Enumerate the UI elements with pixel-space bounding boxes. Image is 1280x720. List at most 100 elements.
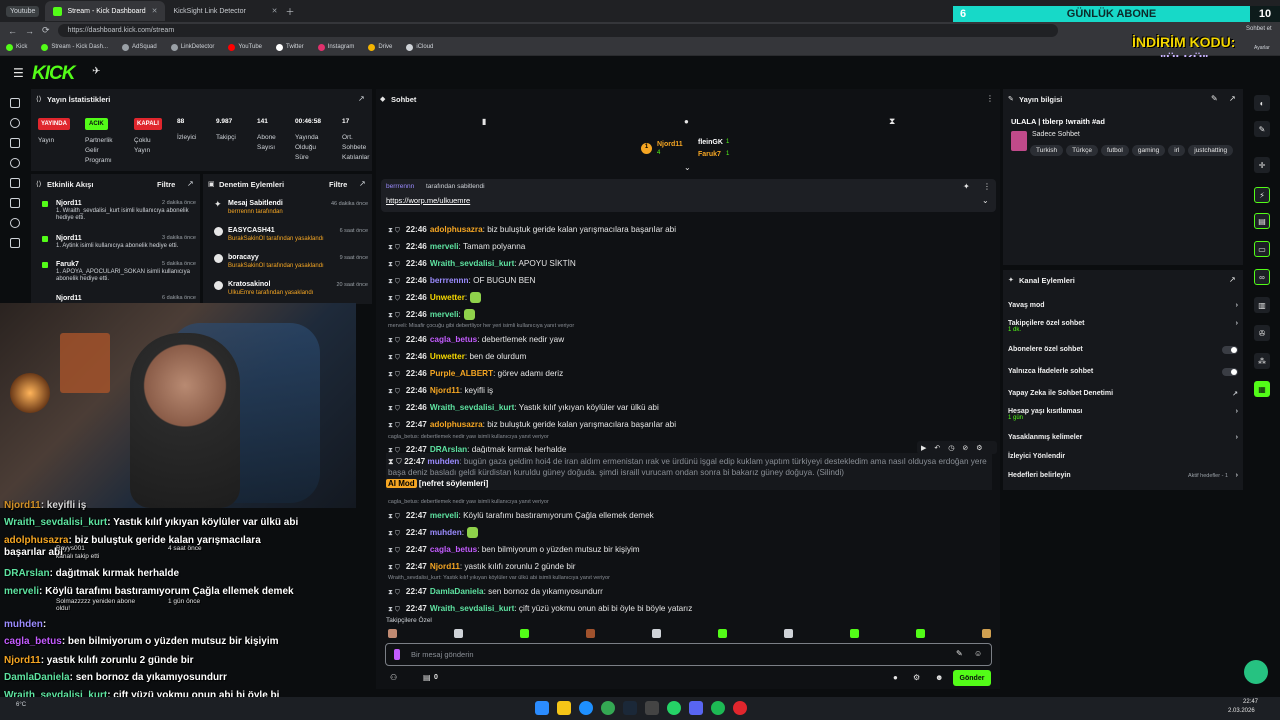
wrench-icon[interactable]: ✇	[1254, 325, 1270, 341]
chat-icon[interactable]: ▭	[1254, 241, 1270, 257]
document-icon[interactable]: ▤	[1254, 213, 1270, 229]
bookmark-linkdetector[interactable]: LinkDetector	[170, 43, 214, 51]
channel-action-row[interactable]: İzleyici Yönlendir	[1008, 453, 1238, 460]
chat-message[interactable]: ⧗ ⛉ 22:47 muhden:	[388, 527, 478, 539]
discord-icon[interactable]	[689, 701, 703, 715]
mod-tools-icon[interactable]: ⧗ ⛉	[388, 388, 400, 395]
pin-icon[interactable]: ✦	[963, 182, 970, 191]
emote-icon[interactable]	[982, 629, 991, 638]
tab-link-detector[interactable]: KickSight Link Detector ✕	[165, 1, 285, 21]
emote-icon[interactable]	[784, 629, 793, 638]
emote-icon[interactable]	[850, 629, 859, 638]
chat-message[interactable]: ⧗ ⛉ 22:47 Wraith_sevdalisi_kurt: çift yüzü…	[388, 603, 692, 615]
windows-start-icon[interactable]	[535, 701, 549, 715]
message-user[interactable]: adolphusazra	[430, 420, 483, 429]
message-user[interactable]: Wraith_sevdalisi_kurt	[430, 604, 515, 613]
mod-tools-icon[interactable]: ⧗ ⛉	[388, 589, 400, 596]
expand-icon[interactable]: ↗	[358, 94, 365, 103]
poll-icon[interactable]: ▥	[1254, 297, 1270, 313]
steam-icon[interactable]	[623, 701, 637, 715]
mod-tools-icon[interactable]: ⧗ ⛉	[388, 530, 400, 537]
ban-icon[interactable]: ⊘	[962, 444, 968, 452]
trash-icon[interactable]: ▮	[482, 117, 486, 126]
filter-button[interactable]: Filtre	[157, 180, 175, 189]
message-user[interactable]: Wraith_sevdalisi_kurt	[430, 403, 515, 412]
message-user[interactable]: Njord11	[430, 386, 460, 395]
message-user[interactable]: berrrennn	[430, 276, 469, 285]
new-tab-icon[interactable]: ＋	[285, 5, 294, 18]
chat-message[interactable]: ⧗ ⛉ 22:47 cagla_betus: ben bilmiyorum o yü…	[388, 544, 640, 556]
hourglass-icon[interactable]: ⧗	[889, 116, 895, 127]
more-options-icon[interactable]: ⋮	[983, 182, 991, 191]
mod-tools-icon[interactable]: ⧗ ⛉	[388, 227, 400, 234]
emote-icon[interactable]	[520, 629, 529, 638]
mod-tools-icon[interactable]: ⧗ ⛉	[388, 405, 400, 412]
toggle-icon[interactable]: ◐	[1254, 95, 1270, 111]
close-tab-icon[interactable]: ✕	[272, 7, 278, 15]
community-nav-icon[interactable]	[10, 218, 20, 228]
toggle-switch[interactable]	[1222, 368, 1238, 376]
gift-icon[interactable]: ▤	[423, 673, 431, 682]
gear-icon[interactable]: ⚙	[976, 444, 982, 452]
activity-user[interactable]: Faruk7	[56, 261, 79, 268]
mod-tools-icon[interactable]: ⧗ ⛉	[388, 312, 400, 319]
url-input[interactable]: https://dashboard.kick.com/stream	[57, 24, 1058, 37]
bookmark-youtube[interactable]: YouTube	[228, 43, 262, 51]
chat-message[interactable]: ⧗ ⛉ 22:46 Njord11: keyifli iş	[388, 385, 493, 397]
filter-button[interactable]: Filtre	[329, 180, 347, 189]
bookmark-kick[interactable]: Kick	[6, 43, 27, 51]
emote-icon[interactable]	[916, 629, 925, 638]
activity-user[interactable]: Njord11	[56, 295, 82, 302]
obs-icon[interactable]	[733, 701, 747, 715]
pin-icon[interactable]: ✈	[92, 66, 100, 77]
chrome-icon[interactable]	[601, 701, 615, 715]
top-user-name[interactable]: Faruk7	[698, 151, 721, 158]
message-user[interactable]: Unwetter	[430, 293, 465, 302]
chat-message[interactable]: ⧗ ⛉ 22:47 adolphusazra: biz buluştuk gerid…	[388, 419, 676, 431]
message-user[interactable]: Unwetter	[430, 352, 465, 361]
tag[interactable]: justchatting	[1188, 145, 1234, 156]
mic-icon[interactable]	[394, 649, 400, 660]
timer-icon[interactable]: ◷	[948, 444, 954, 452]
chat-message[interactable]: ⧗ ⛉ 22:46 cagla_betus: debertlemek nedir y…	[388, 334, 564, 346]
trophy-nav-icon[interactable]	[10, 158, 20, 168]
message-user[interactable]: merveli	[430, 242, 459, 251]
chat-message[interactable]: ⧗ ⛉ 22:46 merveli: Tamam polyanna	[388, 241, 525, 253]
emote-icon[interactable]	[388, 629, 397, 638]
prediction-icon[interactable]: ▦	[1254, 381, 1270, 397]
chevron-down-icon[interactable]: ⌄	[684, 163, 691, 172]
close-tab-icon[interactable]: ✕	[152, 7, 158, 15]
expand-icon[interactable]: ↗	[1229, 94, 1236, 103]
bookmark-icloud[interactable]: iCloud	[406, 43, 433, 51]
bookmark-stream[interactable]: Stream - Kick Dash...	[41, 43, 108, 51]
channel-action-row[interactable]: Hesap yaşı kısıtlaması 1 gün ›	[1008, 408, 1238, 421]
top-user-name[interactable]: Njord11	[657, 141, 683, 148]
tag[interactable]: futbol	[1100, 145, 1129, 156]
tag[interactable]: Turkish	[1030, 145, 1064, 156]
mod-tools-icon[interactable]: ⧗ ⛉	[388, 354, 400, 361]
mod-tools-icon[interactable]: ⧗ ⛉	[388, 606, 400, 613]
channel-action-row[interactable]: Abonelere özel sohbet	[1008, 346, 1238, 354]
channel-action-row[interactable]: Yapay Zeka ile Sohbet Denetimi ↗	[1008, 390, 1238, 398]
emote-icon[interactable]	[586, 629, 595, 638]
expand-icon[interactable]: ↗	[1229, 275, 1236, 284]
bot-icon[interactable]: ☻	[935, 673, 943, 682]
emote-icon[interactable]	[454, 629, 463, 638]
whatsapp-icon[interactable]	[667, 701, 681, 715]
activity-user[interactable]: Njord11	[56, 200, 82, 207]
kick-logo[interactable]: KICK	[32, 63, 75, 85]
chat-message[interactable]: ⧗ ⛉ 22:46 Purple_ALBERT: görev adamı deriz	[388, 368, 563, 380]
message-user[interactable]: Njord11	[430, 562, 460, 571]
message-user[interactable]: adolphusazra	[430, 225, 483, 234]
chat-message[interactable]: ⧗ ⛉ 22:46 adolphusazra: biz buluştuk gerid…	[388, 224, 676, 236]
file-explorer-icon[interactable]	[557, 701, 571, 715]
chat-message[interactable]: ⧗ ⛉ 22:47 Njord11: yastık kılıfı zorunlu 2…	[388, 561, 575, 573]
gear-icon[interactable]: ⚙	[913, 673, 920, 682]
message-user[interactable]: Purple_ALBERT	[430, 369, 493, 378]
chat-message[interactable]: ⧗ ⛉ 22:47 merveli: Köylü tarafımı bastıram…	[388, 510, 654, 522]
emoji-icon[interactable]: ☺	[974, 649, 982, 658]
spotify-icon[interactable]	[711, 701, 725, 715]
bookmark-adsquad[interactable]: AdSquad	[122, 43, 157, 51]
chat-message[interactable]: ⧗ ⛉ 22:46 Unwetter: ben de olurdum	[388, 351, 526, 363]
tab-kick-dashboard[interactable]: Stream - Kick Dashboard ✕	[45, 1, 166, 21]
